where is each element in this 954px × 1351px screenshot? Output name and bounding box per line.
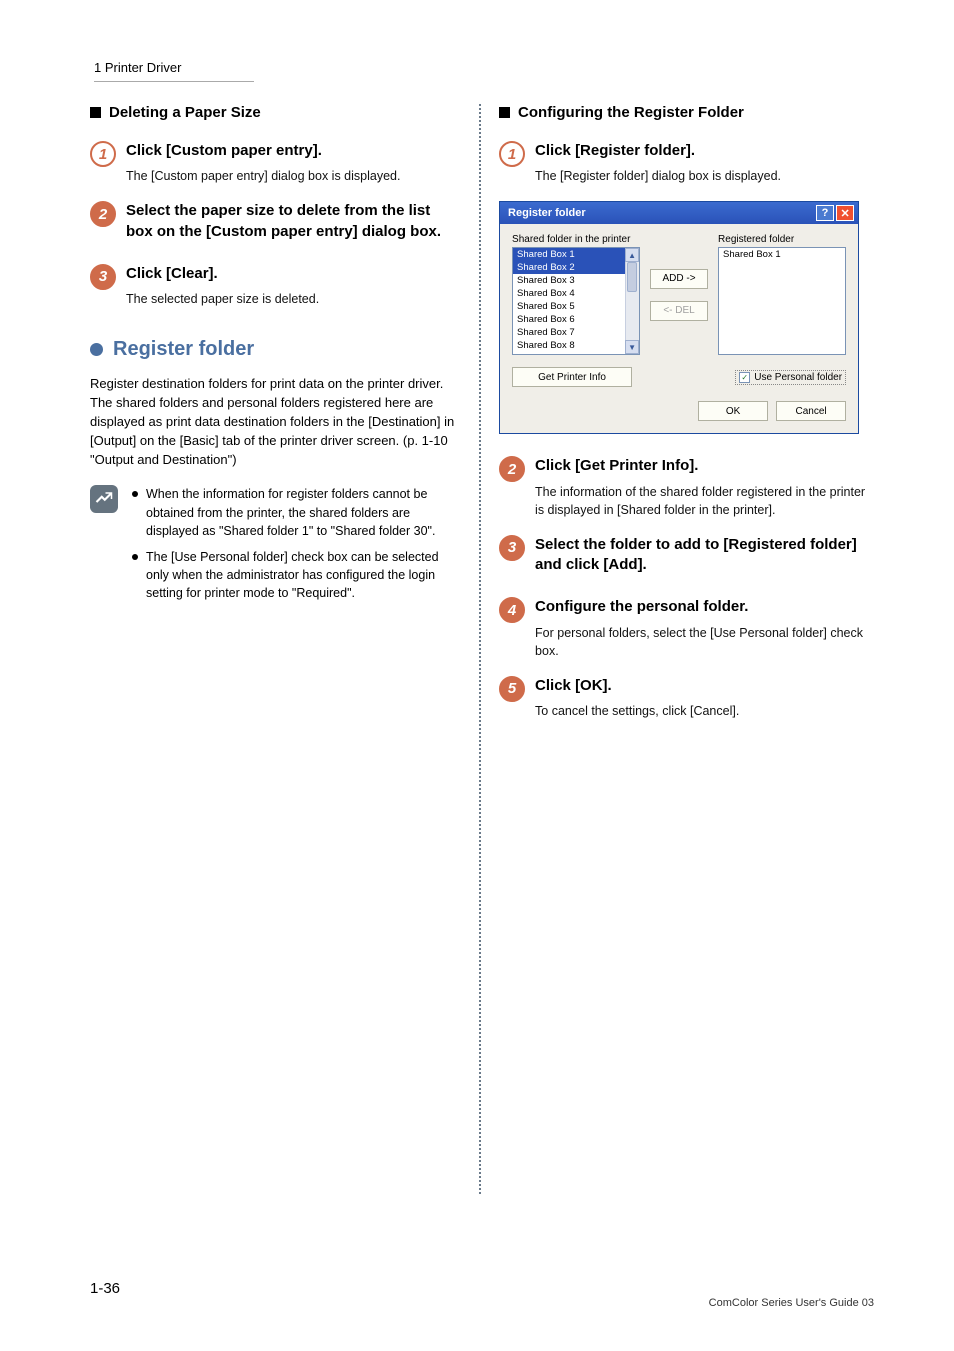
scrollbar[interactable]: ▲ ▼ <box>625 248 639 354</box>
subheading-configuring-register-folder: Configuring the Register Folder <box>499 104 874 121</box>
add-button[interactable]: ADD -> <box>650 269 708 289</box>
square-bullet-icon <box>90 107 101 118</box>
scroll-thumb[interactable] <box>627 262 637 292</box>
step-title: Click [Clear]. <box>126 264 457 284</box>
note-block: When the information for register folder… <box>90 485 457 610</box>
step-title: Select the paper size to delete from the… <box>126 201 457 242</box>
note-icon <box>90 485 118 513</box>
step-text: The [Register folder] dialog box is disp… <box>535 167 874 185</box>
step-number-icon: 3 <box>499 535 525 561</box>
scroll-down-icon[interactable]: ▼ <box>625 340 639 354</box>
step-4: 4 Configure the personal folder. For per… <box>499 597 874 660</box>
step-number-icon: 4 <box>499 597 525 623</box>
shared-folder-listbox[interactable]: Shared Box 1 Shared Box 2 Shared Box 3 S… <box>512 247 640 355</box>
left-column: Deleting a Paper Size 1 Click [Custom pa… <box>90 104 471 1194</box>
list-item[interactable]: Shared Box 9 <box>513 352 639 355</box>
list-item[interactable]: Shared Box 1 <box>719 248 845 261</box>
dialog-title: Register folder <box>508 207 586 219</box>
right-column: Configuring the Register Folder 1 Click … <box>493 104 874 1194</box>
page-number: 1-36 <box>90 1280 120 1297</box>
square-bullet-icon <box>499 107 510 118</box>
dialog-titlebar: Register folder ? ✕ <box>500 202 858 224</box>
step-number-icon: 5 <box>499 676 525 702</box>
register-folder-paragraph: Register destination folders for print d… <box>90 375 457 469</box>
registered-folder-listbox[interactable]: Shared Box 1 <box>718 247 846 355</box>
step-title: Click [Get Printer Info]. <box>535 456 874 476</box>
step-text: The information of the shared folder reg… <box>535 483 874 519</box>
step-text: The selected paper size is deleted. <box>126 290 457 308</box>
footer-text: ComColor Series User's Guide 03 <box>709 1297 874 1309</box>
step-5: 5 Click [OK]. To cancel the settings, cl… <box>499 676 874 720</box>
list-item[interactable]: Shared Box 7 <box>513 326 639 339</box>
step-3: 3 Select the folder to add to [Registere… <box>499 535 874 582</box>
list-item[interactable]: Shared Box 2 <box>513 261 639 274</box>
register-folder-dialog: Register folder ? ✕ Shared folder in the… <box>499 201 859 434</box>
checkbox-label: Use Personal folder <box>754 372 842 383</box>
list-item[interactable]: Shared Box 4 <box>513 287 639 300</box>
step-title: Configure the personal folder. <box>535 597 874 617</box>
step-number-icon: 2 <box>90 201 116 227</box>
list-item[interactable]: Shared Box 6 <box>513 313 639 326</box>
step-number-icon: 1 <box>90 141 116 167</box>
subheading-deleting-paper-size: Deleting a Paper Size <box>90 104 457 121</box>
list-item[interactable]: Shared Box 1 <box>513 248 639 261</box>
step-text: To cancel the settings, click [Cancel]. <box>535 702 874 720</box>
cancel-button[interactable]: Cancel <box>776 401 846 421</box>
list-item[interactable]: Shared Box 8 <box>513 339 639 352</box>
step-number-icon: 2 <box>499 456 525 482</box>
registered-folder-label: Registered folder <box>718 234 846 245</box>
ok-button[interactable]: OK <box>698 401 768 421</box>
close-button[interactable]: ✕ <box>836 205 854 221</box>
step-2: 2 Click [Get Printer Info]. The informat… <box>499 456 874 519</box>
dot-bullet-icon <box>90 343 103 356</box>
section-heading-register-folder: Register folder <box>90 338 457 361</box>
note-item: The [Use Personal folder] check box can … <box>132 548 457 602</box>
subheading-text: Deleting a Paper Size <box>109 104 261 121</box>
step-title: Click [OK]. <box>535 676 874 696</box>
note-text: The [Use Personal folder] check box can … <box>146 548 457 602</box>
step-text: The [Custom paper entry] dialog box is d… <box>126 167 457 185</box>
step-title: Select the folder to add to [Registered … <box>535 535 874 576</box>
bullet-icon <box>132 491 138 497</box>
step-title: Click [Register folder]. <box>535 141 874 161</box>
breadcrumb: 1 Printer Driver <box>94 60 874 75</box>
subheading-text: Configuring the Register Folder <box>518 104 744 121</box>
checkbox-icon: ✓ <box>739 372 750 383</box>
del-button[interactable]: <- DEL <box>650 301 708 321</box>
section-title: Register folder <box>113 338 254 361</box>
column-divider <box>479 104 481 1194</box>
step-title: Click [Custom paper entry]. <box>126 141 457 161</box>
use-personal-folder-checkbox[interactable]: ✓ Use Personal folder <box>735 370 846 385</box>
get-printer-info-button[interactable]: Get Printer Info <box>512 367 632 387</box>
step-number-icon: 3 <box>90 264 116 290</box>
bullet-icon <box>132 554 138 560</box>
note-text: When the information for register folder… <box>146 485 457 539</box>
shared-folder-label: Shared folder in the printer <box>512 234 640 245</box>
step-number-icon: 1 <box>499 141 525 167</box>
help-button[interactable]: ? <box>816 205 834 221</box>
note-item: When the information for register folder… <box>132 485 457 539</box>
scroll-up-icon[interactable]: ▲ <box>625 248 639 262</box>
step-1: 1 Click [Custom paper entry]. The [Custo… <box>90 141 457 185</box>
list-item[interactable]: Shared Box 5 <box>513 300 639 313</box>
breadcrumb-underline <box>94 81 254 82</box>
list-item[interactable]: Shared Box 3 <box>513 274 639 287</box>
step-2: 2 Select the paper size to delete from t… <box>90 201 457 248</box>
step-1: 1 Click [Register folder]. The [Register… <box>499 141 874 185</box>
step-text: For personal folders, select the [Use Pe… <box>535 624 874 660</box>
step-3: 3 Click [Clear]. The selected paper size… <box>90 264 457 308</box>
